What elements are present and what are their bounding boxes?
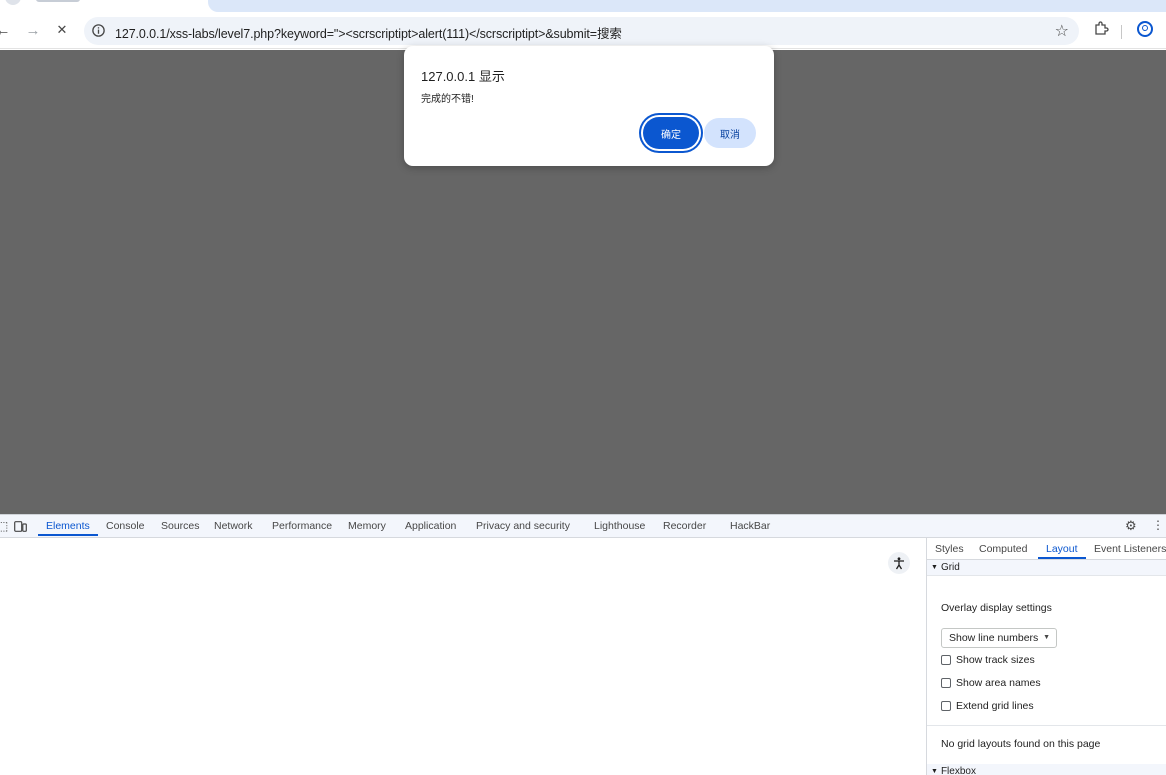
dialog-title: 127.0.0.1 显示 [421,69,505,84]
gear-icon[interactable]: ⚙ [1125,518,1137,534]
forward-button[interactable]: → [22,19,44,41]
stop-loading-button[interactable]: ✕ [51,19,73,41]
back-arrow-icon: ← [0,21,11,39]
ok-button[interactable]: 确定 [643,117,699,149]
close-icon: ✕ [56,22,68,37]
tab-strip [0,0,1166,12]
select-value: Show line numbers [949,632,1039,644]
chevron-down-icon: ▼ [1043,634,1050,641]
device-toolbar-icon[interactable] [14,521,27,532]
flexbox-section-header[interactable]: ▼ Flexbox [927,764,1166,775]
inspect-element-icon[interactable]: ⬚ [0,519,8,533]
extensions-icon[interactable] [1094,20,1110,36]
forward-arrow-icon: → [25,21,41,39]
checkbox-label: Extend grid lines [956,700,1034,712]
styles-sidebar: Styles Computed Layout Event Listeners ▼… [926,538,1166,775]
tab-title-stub[interactable] [36,0,80,2]
section-divider [927,725,1166,726]
tab-hackbar[interactable]: HackBar [730,520,770,532]
tab-styles[interactable]: Styles [935,543,964,555]
tab-sources[interactable]: Sources [161,520,200,532]
tab-application[interactable]: Application [405,520,456,532]
tab-lighthouse[interactable]: Lighthouse [594,520,645,532]
sidebar-tab-bar: Styles Computed Layout Event Listeners [927,538,1166,560]
grid-section-title: Grid [940,562,960,573]
tab-strip-background [208,0,1166,12]
checkbox-label: Show track sizes [956,654,1035,666]
checkbox-label: Show area names [956,677,1041,689]
address-bar[interactable]: 127.0.0.1/xss-labs/level7.php?keyword=">… [84,17,1079,45]
alert-dialog: 127.0.0.1 显示 完成的不错! 确定 取消 [404,46,774,166]
star-icon[interactable]: ☆ [1055,21,1069,41]
no-grid-message: No grid layouts found on this page [941,738,1101,750]
devtools-panel: ⬚ Elements Console Sources Network Perfo… [0,514,1166,775]
tab-elements[interactable]: Elements [38,520,98,536]
accessibility-icon [894,556,904,569]
tab-layout[interactable]: Layout [1038,543,1085,559]
accessibility-tree-button[interactable] [888,552,910,574]
grid-section-header[interactable]: ▼ Grid [927,560,1166,576]
chrome-logo-icon [2,0,24,8]
checkbox-box[interactable] [941,701,951,711]
dialog-message: 完成的不错! [421,94,474,105]
extend-grid-lines-checkbox[interactable]: Extend grid lines [941,700,1034,712]
line-numbers-select[interactable]: Show line numbers ▼ [941,628,1057,648]
browser-toolbar: ← → ✕ 127.0.0.1/xss-labs/level7.php?keyw… [0,12,1166,49]
checkbox-box[interactable] [941,655,951,665]
checkbox-box[interactable] [941,678,951,688]
tab-event-listeners[interactable]: Event Listeners [1094,543,1166,555]
profile-icon[interactable] [1137,21,1153,37]
back-button[interactable]: ← [0,19,14,41]
tab-memory[interactable]: Memory [348,520,386,532]
overlay-settings-label: Overlay display settings [941,602,1052,614]
expand-triangle-icon: ▼ [931,768,938,775]
url-text[interactable]: 127.0.0.1/xss-labs/level7.php?keyword=">… [115,23,622,42]
toolbar-separator [1121,25,1122,39]
expand-triangle-icon: ▼ [931,564,938,571]
tab-privacy-security[interactable]: Privacy and security [476,520,570,532]
show-track-sizes-checkbox[interactable]: Show track sizes [941,654,1035,666]
flexbox-section-title: Flexbox [940,766,976,775]
info-icon[interactable] [91,23,106,38]
more-options-icon[interactable]: ⋮ [1152,518,1164,532]
show-area-names-checkbox[interactable]: Show area names [941,677,1041,689]
devtools-tab-bar: ⬚ Elements Console Sources Network Perfo… [0,515,1166,538]
cancel-button[interactable]: 取消 [704,118,756,148]
tab-console[interactable]: Console [106,520,145,532]
elements-panel [0,538,926,775]
tab-recorder[interactable]: Recorder [663,520,706,532]
tab-network[interactable]: Network [214,520,253,532]
tab-computed[interactable]: Computed [979,543,1027,555]
tab-performance[interactable]: Performance [272,520,332,532]
